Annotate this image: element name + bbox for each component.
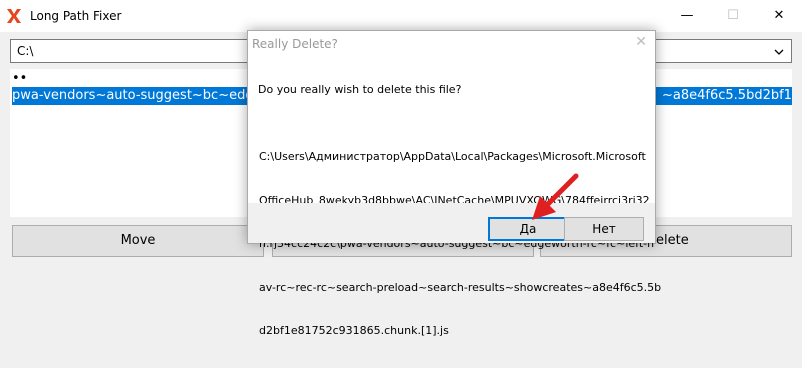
chevron-down-icon[interactable] <box>773 46 785 58</box>
x-logo-icon <box>6 8 22 24</box>
close-icon[interactable]: ✕ <box>635 34 647 50</box>
delete-confirm-dialog: Really Delete? ✕ Do you really wish to d… <box>247 30 661 337</box>
parent-dir-label: •• <box>12 71 28 86</box>
maximize-icon[interactable]: ☐ <box>710 0 756 32</box>
dialog-question: Do you really wish to delete this file? <box>258 83 462 96</box>
file-name-label: pwa-vendors~auto-suggest~bc~edgewor <box>12 88 286 103</box>
path-line: av-rc~rec-rc~search-preload~search-resul… <box>259 280 662 294</box>
close-icon[interactable]: ✕ <box>756 0 802 32</box>
red-arrow-icon <box>532 173 579 220</box>
path-line: d2bf1e81752c931865.chunk.[1].js <box>259 324 449 337</box>
title-bar: Long Path Fixer — ☐ ✕ <box>0 0 802 32</box>
delete-button-label: elete <box>656 233 689 248</box>
path-line: C:\Users\Администратор\AppData\Local\Pac… <box>259 150 646 163</box>
dialog-title: Really Delete? <box>252 37 338 51</box>
move-button[interactable]: Move <box>12 225 264 257</box>
path-combobox-value: C:\ <box>17 44 34 58</box>
window-title: Long Path Fixer <box>30 9 122 23</box>
dialog-file-path: C:\Users\Администратор\AppData\Local\Pac… <box>259 121 662 368</box>
dialog-footer: Да Нет <box>248 203 655 243</box>
minimize-icon[interactable]: — <box>664 0 710 32</box>
file-name-trailing: ~a8e4f6c5.5bd2bf1e817 <box>662 88 792 103</box>
